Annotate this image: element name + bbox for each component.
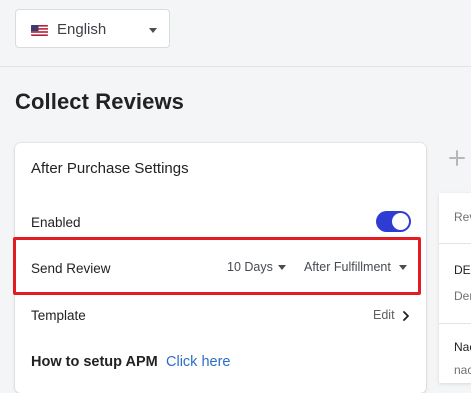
enabled-toggle[interactable] — [376, 211, 411, 232]
review-item-subtitle: Der — [454, 289, 471, 303]
template-label: Template — [31, 308, 86, 323]
panel-header: Rev — [454, 210, 471, 224]
divider — [439, 243, 471, 244]
us-flag-icon — [31, 25, 48, 36]
language-select[interactable]: English — [15, 9, 170, 48]
chevron-down-icon — [399, 265, 407, 270]
language-label: English — [57, 21, 107, 38]
setup-apm-link[interactable]: Click here — [166, 354, 230, 370]
page-title: Collect Reviews — [15, 89, 185, 114]
trigger-select[interactable]: After Fulfillment — [304, 260, 391, 274]
review-item-subtitle: nac — [454, 363, 471, 377]
divider — [439, 323, 471, 324]
template-edit-link[interactable]: Edit — [373, 308, 395, 322]
review-item-title[interactable]: Nac — [454, 340, 471, 354]
chevron-down-icon — [149, 28, 157, 33]
toggle-knob — [392, 213, 409, 230]
reviews-panel: Rev DEI Der Nac nac — [439, 193, 471, 383]
plus-icon[interactable] — [449, 150, 465, 166]
card-title: After Purchase Settings — [31, 160, 189, 177]
send-review-label: Send Review — [31, 261, 111, 276]
delay-days-select[interactable]: 10 Days — [227, 260, 273, 274]
top-bar: English — [0, 0, 471, 67]
review-item-title[interactable]: DEI — [454, 263, 471, 277]
chevron-down-icon — [278, 265, 286, 270]
after-purchase-settings-card: After Purchase Settings Enabled Send Rev… — [13, 143, 426, 393]
setup-apm-label: How to setup APM — [31, 354, 158, 370]
enabled-label: Enabled — [31, 215, 81, 230]
chevron-right-icon[interactable] — [401, 311, 411, 321]
